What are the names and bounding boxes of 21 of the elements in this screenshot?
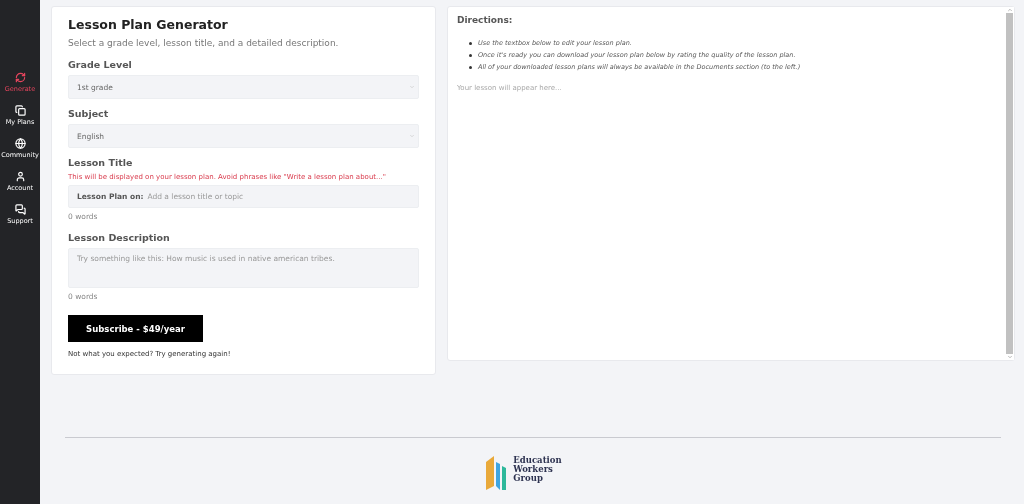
bullet-dot <box>469 66 472 69</box>
field-label: Subject <box>68 108 110 119</box>
subscribe-button[interactable]: Subscribe - $49/year <box>68 315 203 342</box>
scroll-up-icon[interactable] <box>1006 7 1013 13</box>
logo-text: Education Workers Group <box>513 456 562 483</box>
card-title: Lesson Plan Generator <box>68 17 229 32</box>
field-label: Grade Level <box>68 59 133 70</box>
scrollbar[interactable] <box>1005 7 1014 360</box>
copy-icon <box>14 105 26 116</box>
field-label: Lesson Description <box>68 232 171 243</box>
card-subtitle: Select a grade level, lesson title, and a detailed description. <box>68 38 340 48</box>
chat-icon <box>14 204 26 215</box>
lesson-editor-panel[interactable] <box>447 6 1015 361</box>
refresh-icon <box>14 72 26 83</box>
directions-heading: Directions: <box>457 15 514 25</box>
scroll-down-icon[interactable] <box>1006 354 1013 360</box>
bullet-dot <box>469 42 472 45</box>
bullet-dot <box>469 54 472 57</box>
user-icon <box>14 171 26 182</box>
field-label: Lesson Title <box>68 157 134 168</box>
globe-icon <box>14 138 26 149</box>
